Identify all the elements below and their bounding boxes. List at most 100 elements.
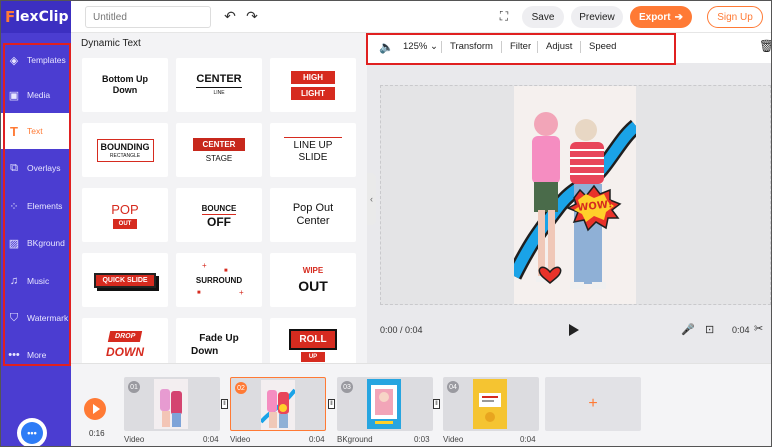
sidebar-item-overlays[interactable]: ⧉ Overlays xyxy=(1,150,71,186)
tile-text: SURROUND xyxy=(195,276,243,285)
surround-wrap: + ■ SURROUND ■ + xyxy=(184,258,254,302)
sidebar-item-label: Elements xyxy=(27,201,63,211)
tile-text: CENTER xyxy=(192,137,246,151)
text-template-wipe-out[interactable]: WIPE OUT xyxy=(270,253,356,307)
arrow-right-icon: ➔ xyxy=(674,11,684,23)
clip-thumbnail xyxy=(473,379,507,429)
timeline-clip-2[interactable]: 02 xyxy=(230,377,326,431)
text-template-roll-up[interactable]: ROLL UP xyxy=(270,318,356,363)
elements-icon: ⁘ xyxy=(9,200,19,213)
line-decoration xyxy=(284,136,342,138)
trash-icon[interactable]: 🗑 xyxy=(759,39,771,53)
timeline-time: 0:16 xyxy=(89,429,105,438)
tile-text: UP xyxy=(300,351,326,362)
signup-button[interactable]: Sign Up xyxy=(707,6,763,28)
text-template-center-line[interactable]: CENTER LINE xyxy=(176,58,262,112)
sidebar-item-elements[interactable]: ⁘ Elements xyxy=(1,188,71,224)
scissors-icon[interactable]: ✂ xyxy=(754,322,763,335)
text-template-pop-out-center[interactable]: Pop Out Center xyxy=(270,188,356,242)
transition-icon[interactable]: ǁ xyxy=(433,399,440,409)
preview-button[interactable]: Preview xyxy=(571,6,623,28)
tile-text: Center xyxy=(296,215,330,227)
text-template-bottom-up[interactable]: Bottom Up Down xyxy=(82,58,168,112)
video-preview[interactable]: WOW! xyxy=(514,86,636,304)
tile-text: QUICK SLIDE xyxy=(96,274,154,286)
sidebar-item-watermark[interactable]: ⛉ Watermark xyxy=(1,300,71,336)
quick-slide-box: QUICK SLIDE xyxy=(94,272,156,288)
sidebar-item-media[interactable]: ▣ Media xyxy=(1,77,71,113)
text-template-fade-up[interactable]: Fade Up Down xyxy=(176,318,262,363)
export-label: Export xyxy=(638,11,671,23)
sidebar-item-label: Overlays xyxy=(27,163,61,173)
panel-title: Dynamic Text xyxy=(81,38,141,49)
logo[interactable]: F lexClip xyxy=(1,1,71,33)
redo-icon[interactable]: ↷ xyxy=(243,7,261,25)
add-clip-button[interactable]: + xyxy=(545,377,641,431)
text-template-center-stage[interactable]: CENTER STAGE xyxy=(176,123,262,177)
clip-thumbnail xyxy=(154,379,188,429)
toolbar-highlight-box xyxy=(366,33,676,65)
current-time: 0:00 / 0:04 xyxy=(380,325,423,335)
sidebar-item-label: More xyxy=(27,350,47,360)
tile-text: LINE xyxy=(213,90,225,96)
clip-label: Video xyxy=(230,435,251,444)
timeline-play-button[interactable] xyxy=(84,398,106,420)
sidebar-item-text[interactable]: T Text xyxy=(1,113,71,149)
microphone-icon[interactable]: 🎤 xyxy=(681,323,695,336)
tile-text: BOUNDING xyxy=(100,141,150,152)
undo-icon[interactable]: ↶ xyxy=(221,7,239,25)
transition-icon[interactable]: ǁ xyxy=(221,399,228,409)
tile-text: OUT xyxy=(112,218,138,229)
chat-button[interactable]: ••• xyxy=(17,418,47,446)
background-icon: ▨ xyxy=(8,237,20,250)
text-template-surround[interactable]: + ■ SURROUND ■ + xyxy=(176,253,262,307)
tile-text: DOWN xyxy=(106,345,144,359)
timeline-clip-3[interactable]: 03 xyxy=(337,377,433,431)
collapse-panel-button[interactable]: ‹ xyxy=(367,173,376,225)
logo-text: lexClip xyxy=(15,9,69,25)
sidebar-item-bkground[interactable]: ▨ BKground xyxy=(1,225,71,261)
fullscreen-icon[interactable]: ⛶ xyxy=(495,7,513,25)
transition-icon[interactable]: ǁ xyxy=(328,399,335,409)
music-icon: ♫ xyxy=(9,275,19,287)
text-icon: T xyxy=(10,123,18,139)
tile-text: DROP xyxy=(107,331,143,342)
timeline-clip-4[interactable]: 04 xyxy=(443,377,539,431)
text-template-bounding[interactable]: BOUNDING RECTANGLE xyxy=(82,123,168,177)
sidebar-item-templates[interactable]: ◈ Templates xyxy=(1,42,71,78)
clip-duration: 0:04 xyxy=(309,435,325,444)
play-icon[interactable] xyxy=(569,324,579,336)
plus-decoration-icon: + xyxy=(202,261,207,270)
sidebar-item-more[interactable]: ••• More xyxy=(1,337,71,373)
tile-text: SLIDE xyxy=(298,151,328,163)
dot-decoration-icon: ■ xyxy=(224,268,228,274)
text-template-high-light[interactable]: HIGH LIGHT xyxy=(270,58,356,112)
clip-thumbnail xyxy=(367,379,401,429)
bounding-rect: BOUNDING RECTANGLE xyxy=(96,138,154,162)
sidebar-item-label: Music xyxy=(27,276,50,286)
dot-decoration-icon: ■ xyxy=(197,290,201,296)
tile-text: ROLL xyxy=(289,328,337,350)
sidebar-item-label: Templates xyxy=(27,55,66,65)
overlay-icon: ⧉ xyxy=(10,161,18,174)
project-title-input[interactable] xyxy=(85,6,211,28)
timeline-clip-1[interactable]: 01 xyxy=(124,377,220,431)
watermark-icon: ⛉ xyxy=(9,311,19,324)
tile-text: Fade Up xyxy=(199,333,239,344)
text-template-quick-slide[interactable]: QUICK SLIDE xyxy=(82,253,168,307)
sidebar-item-label: BKground xyxy=(27,238,65,248)
save-button[interactable]: Save xyxy=(522,6,564,28)
aspect-ratio-icon[interactable]: ⊡ xyxy=(705,323,714,336)
export-button[interactable]: Export ➔ xyxy=(630,6,692,28)
tile-text: OFF xyxy=(207,214,231,229)
text-template-bounce[interactable]: BOUNCE OFF xyxy=(176,188,262,242)
app-window: F lexClip ↶ ↷ ⛶ Save Preview Export ➔ Si… xyxy=(0,0,772,447)
tile-text: POP xyxy=(111,201,139,217)
dynamic-text-panel: Dynamic Text Bottom Up Down CENTER LINE … xyxy=(71,33,367,363)
text-template-line-up[interactable]: LINE UP SLIDE xyxy=(270,123,356,177)
text-template-drop-down[interactable]: DROP DOWN xyxy=(82,318,168,363)
text-template-pop[interactable]: POP OUT xyxy=(82,188,168,242)
top-bar: F lexClip ↶ ↷ ⛶ Save Preview Export ➔ Si… xyxy=(1,1,771,33)
sidebar-item-music[interactable]: ♫ Music xyxy=(1,263,71,299)
tile-text: BOUNCE xyxy=(201,203,237,215)
